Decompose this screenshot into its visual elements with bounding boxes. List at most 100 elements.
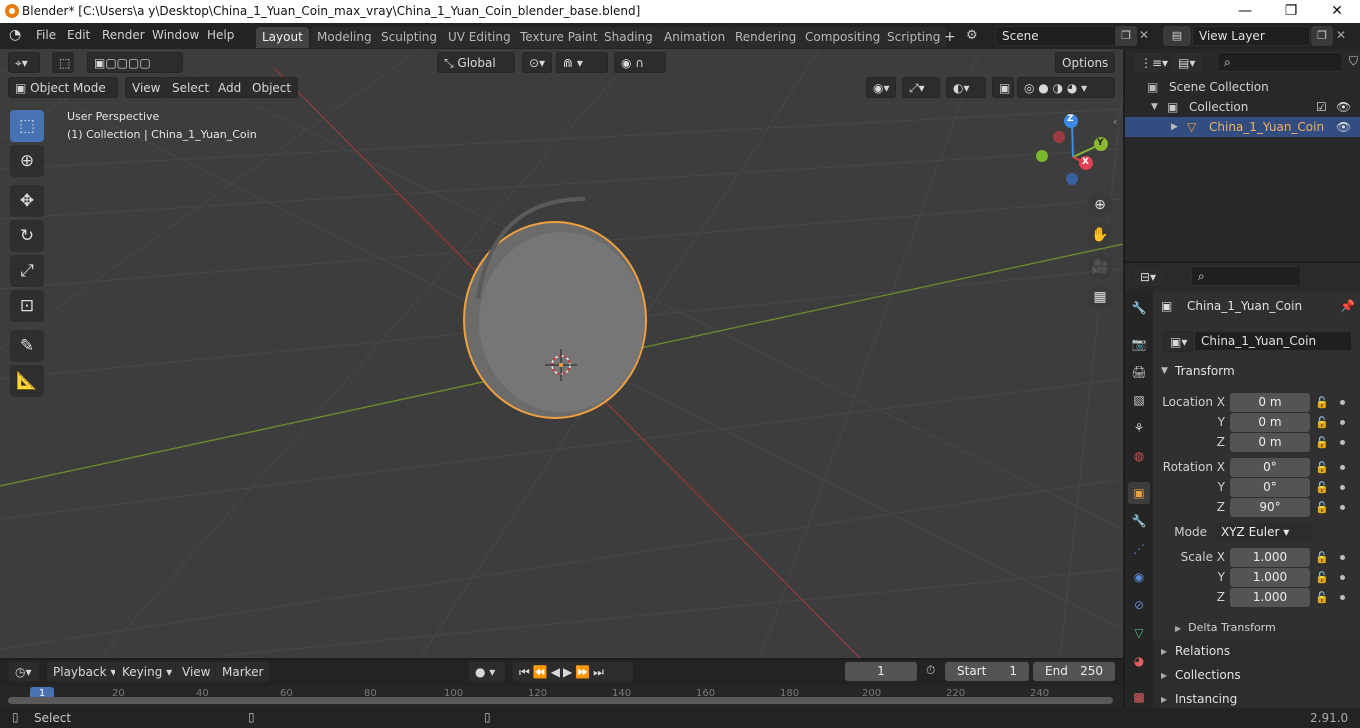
tab-modeling[interactable]: Modeling xyxy=(311,27,378,48)
annotate-tool-icon[interactable]: ✎ xyxy=(10,330,44,362)
pin-icon[interactable]: 📌 xyxy=(1340,299,1355,313)
keyframe-dot-icon[interactable] xyxy=(1340,440,1345,445)
expand-arrow-icon[interactable]: ▼ xyxy=(1151,97,1158,117)
zoom-icon[interactable]: ⊕ xyxy=(1087,192,1113,218)
gizmo-z-label[interactable]: Z xyxy=(1067,114,1077,124)
lock-icon[interactable]: 🔓 xyxy=(1315,461,1329,474)
location-z-field[interactable]: 0 m xyxy=(1230,433,1310,452)
menu-window[interactable]: Window xyxy=(152,28,199,42)
options-dropdown[interactable]: Options xyxy=(1055,52,1115,73)
keyframe-dot-icon[interactable] xyxy=(1340,505,1345,510)
tab-shading[interactable]: Shading xyxy=(598,27,659,48)
world-tab-icon[interactable]: ◍ xyxy=(1128,445,1150,467)
add-menu[interactable]: Add xyxy=(211,77,249,98)
select-tool-icon[interactable]: ⬚ xyxy=(52,52,74,73)
render-tab-icon[interactable]: 📷 xyxy=(1128,333,1150,355)
playback-controls[interactable]: ⏮⏪◀▶⏩⏭ xyxy=(512,661,634,682)
new-scene-icon[interactable]: ❐ xyxy=(1115,26,1137,46)
playback-menu[interactable]: Playback ▾ xyxy=(46,661,124,682)
tab-scripting[interactable]: Scripting xyxy=(881,27,947,48)
move-tool-icon[interactable]: ✥ xyxy=(10,185,44,217)
3d-viewport[interactable]: Z Y X ⌖▾ ⬚ ▣▢▢▢▢ ⤡ Global ⊙▾ ⋒ ▾ ◉ ∩ Opt… xyxy=(0,49,1123,658)
scale-y-field[interactable]: 1.000 xyxy=(1230,568,1310,587)
tab-sculpting[interactable]: Sculpting xyxy=(375,27,444,48)
transform-section[interactable]: ▼ Transform xyxy=(1153,360,1360,383)
timeline-scrollbar[interactable] xyxy=(8,697,1113,704)
scale-x-field[interactable]: 1.000 xyxy=(1230,548,1310,567)
properties-panel[interactable]: ⊟▾ ⌕ 🔧 📷 🖨 ▧ ⚘ ◍ ▣ 🔧 ⋰ ◉ ⊘ ▽ ◕ ▩ ▣ China… xyxy=(1125,263,1360,708)
blender-menu-icon[interactable]: ◔ xyxy=(9,27,29,45)
menu-edit[interactable]: Edit xyxy=(67,28,90,42)
view-layer-tab-icon[interactable]: ▧ xyxy=(1128,389,1150,411)
gizmo-toggle-icon[interactable]: ⤢▾ xyxy=(902,77,940,98)
tab-layout[interactable]: Layout xyxy=(256,27,309,48)
output-tab-icon[interactable]: 🖨 xyxy=(1128,361,1150,383)
tab-texture-paint[interactable]: Texture Paint xyxy=(514,27,604,48)
constraints-tab-icon[interactable]: ⊘ xyxy=(1128,594,1150,616)
gizmo-x-label[interactable]: X xyxy=(1082,157,1092,167)
object-menu[interactable]: Object xyxy=(245,77,299,98)
keyframe-dot-icon[interactable] xyxy=(1340,400,1345,405)
shading-mode-buttons[interactable]: ◎ ● ◑ ◕ ▾ xyxy=(1017,77,1115,98)
eye-icon[interactable]: 👁 xyxy=(1336,97,1351,117)
keyframe-dot-icon[interactable] xyxy=(1340,575,1345,580)
outliner-scene-collection[interactable]: ▣ Scene Collection xyxy=(1125,77,1360,97)
properties-editor-icon[interactable]: ⊟▾ xyxy=(1133,266,1165,287)
marker-menu[interactable]: Marker xyxy=(215,661,271,682)
current-frame-field[interactable]: 1 xyxy=(845,662,917,681)
menu-render[interactable]: Render xyxy=(102,28,145,42)
checkbox-icon[interactable]: ☑ xyxy=(1316,97,1327,117)
lock-icon[interactable]: 🔓 xyxy=(1315,436,1329,449)
transform-tool-icon[interactable]: ⊡ xyxy=(10,290,44,322)
scale-z-field[interactable]: 1.000 xyxy=(1230,588,1310,607)
tool-tab-icon[interactable]: 🔧 xyxy=(1128,297,1150,319)
relations-section[interactable]: ▶ Relations xyxy=(1153,640,1360,663)
scale-tool-icon[interactable]: ⤢ xyxy=(10,255,44,287)
new-view-layer-icon[interactable]: ❐ xyxy=(1311,26,1333,46)
object-tab-icon[interactable]: ▣ xyxy=(1128,482,1150,504)
pivot-point-icon[interactable]: ⊙▾ xyxy=(522,52,552,73)
tab-animation[interactable]: Animation xyxy=(658,27,732,48)
timeline-view-menu[interactable]: View xyxy=(175,661,218,682)
delta-transform-section[interactable]: ▶ Delta Transform xyxy=(1175,621,1276,634)
transform-orientation-dropdown[interactable]: ⤡ Global xyxy=(437,52,515,73)
maximize-button[interactable]: ❐ xyxy=(1268,0,1314,23)
keyframe-dot-icon[interactable] xyxy=(1340,595,1345,600)
end-frame-field[interactable]: End 250 xyxy=(1033,662,1115,681)
particles-tab-icon[interactable]: ⋰ xyxy=(1128,538,1150,560)
scene-icon[interactable]: ⚙ xyxy=(966,28,978,43)
texture-tab-icon[interactable]: ▩ xyxy=(1128,686,1150,708)
data-browse-icon[interactable]: ▣▾ xyxy=(1163,331,1193,352)
start-frame-field[interactable]: Start 1 xyxy=(945,662,1029,681)
material-tab-icon[interactable]: ◕ xyxy=(1128,650,1150,672)
object-mode-dropdown[interactable]: ▣ Object Mode xyxy=(8,77,118,98)
snap-icon[interactable]: ⋒ ▾ xyxy=(556,52,608,73)
display-mode-icon[interactable]: ▤▾ xyxy=(1171,52,1203,73)
lock-icon[interactable]: 🔓 xyxy=(1315,416,1329,429)
minimize-button[interactable]: — xyxy=(1222,0,1268,23)
select-menu[interactable]: Select xyxy=(165,77,217,98)
lock-icon[interactable]: 🔓 xyxy=(1315,571,1329,584)
gizmo-y-label[interactable]: Y xyxy=(1097,138,1107,148)
view-layer-field[interactable]: View Layer xyxy=(1192,26,1310,46)
lock-icon[interactable]: 🔓 xyxy=(1315,481,1329,494)
pan-hand-icon[interactable]: ✋ xyxy=(1087,222,1113,248)
visibility-icon[interactable]: ◉▾ xyxy=(866,77,896,98)
timeline-editor-icon[interactable]: ◷▾ xyxy=(8,661,40,682)
keyframe-dot-icon[interactable] xyxy=(1340,485,1345,490)
add-workspace-icon[interactable]: + xyxy=(944,29,956,45)
outliner-search-input[interactable]: ⌕ xyxy=(1217,52,1343,72)
collections-section[interactable]: ▶ Collections xyxy=(1153,664,1360,687)
physics-tab-icon[interactable]: ◉ xyxy=(1128,566,1150,588)
view-menu[interactable]: View xyxy=(125,77,168,98)
rotation-mode-dropdown[interactable]: XYZ Euler ▾ xyxy=(1215,523,1311,542)
instancing-section[interactable]: ▶ Instancing xyxy=(1153,688,1360,708)
filter-icon[interactable]: ⛉ xyxy=(1349,54,1358,69)
sidebar-toggle-icon[interactable]: ‹ xyxy=(1113,115,1117,128)
eye-icon[interactable]: 👁 xyxy=(1336,117,1351,137)
keyframe-dot-icon[interactable] xyxy=(1340,555,1345,560)
perspective-toggle-icon[interactable]: ▦ xyxy=(1087,284,1113,310)
outliner-collection[interactable]: ▼ ▣ Collection ☑ 👁 xyxy=(1125,97,1360,117)
select-box-tool-icon[interactable]: ⬚ xyxy=(10,110,44,142)
properties-search-input[interactable]: ⌕ xyxy=(1191,266,1301,286)
